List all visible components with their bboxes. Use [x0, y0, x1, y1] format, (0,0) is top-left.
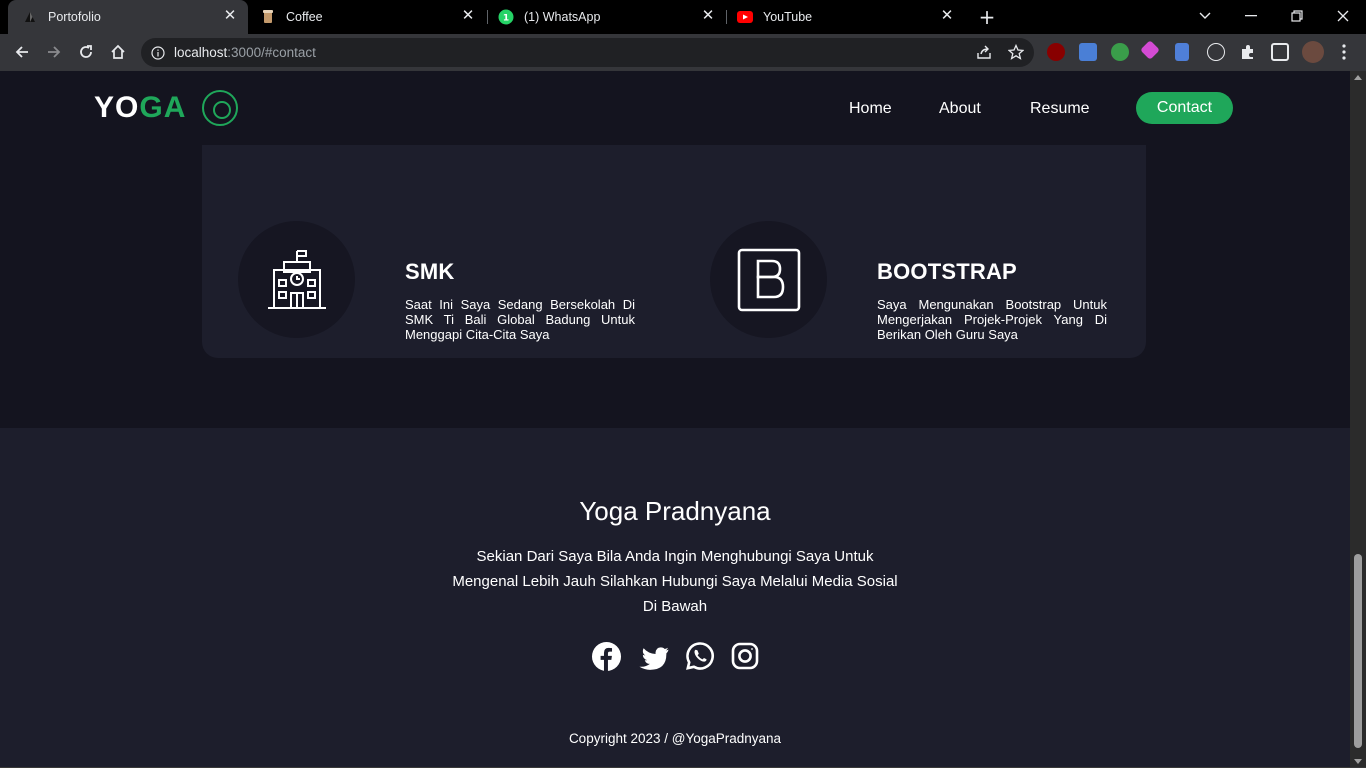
close-tab-icon[interactable]: ✕ — [939, 8, 955, 24]
triangle-logo-icon — [22, 9, 38, 25]
home-button[interactable] — [106, 40, 130, 64]
new-tab-button[interactable]: + — [976, 6, 998, 28]
profile-avatar[interactable] — [1302, 41, 1324, 63]
share-icon[interactable] — [976, 44, 992, 64]
bootstrap-icon — [710, 221, 827, 338]
tab-whatsapp[interactable]: 1 (1) WhatsApp ✕ — [488, 0, 726, 34]
site-info-icon[interactable] — [151, 45, 165, 64]
site-logo[interactable]: YOGA — [94, 91, 186, 125]
tab-coffee[interactable]: Coffee ✕ — [250, 0, 486, 34]
close-window-button[interactable] — [1328, 4, 1358, 28]
side-panel-icon[interactable] — [1271, 43, 1289, 61]
feature-desc: Saya Mengunakan Bootstrap Untuk Mengerja… — [877, 297, 1107, 342]
scroll-down-arrow-icon[interactable] — [1354, 759, 1362, 764]
tab-youtube[interactable]: YouTube ✕ — [727, 0, 965, 34]
svg-text:1: 1 — [503, 14, 509, 24]
youtube-icon — [737, 9, 753, 25]
close-tab-icon[interactable]: ✕ — [222, 8, 238, 24]
scrollbar-thumb[interactable] — [1354, 554, 1362, 748]
social-links — [590, 640, 770, 674]
nav-home[interactable]: Home — [849, 100, 892, 118]
browser-toolbar: localhost:3000/#contact — [0, 34, 1366, 71]
page-viewport: SMK Saat Ini Saya Sedang Bersekolah Di S… — [0, 71, 1350, 768]
scroll-up-arrow-icon[interactable] — [1354, 75, 1362, 80]
page-scrollbar[interactable] — [1350, 71, 1366, 768]
wappalyzer-extension-icon[interactable] — [1207, 43, 1225, 61]
nav-contact-button[interactable]: Contact — [1136, 92, 1233, 124]
tab-portofolio[interactable]: Portofolio ✕ — [8, 0, 248, 34]
minimize-button[interactable] — [1236, 4, 1266, 28]
school-building-icon — [238, 221, 355, 338]
tab-title: Coffee — [286, 10, 323, 24]
whatsapp-icon: 1 — [498, 9, 514, 25]
extensions-puzzle-icon[interactable] — [1239, 43, 1257, 61]
footer-name: Yoga Pradnyana — [579, 496, 771, 526]
tab-title: Portofolio — [48, 10, 101, 24]
browser-tab-bar: Portofolio ✕ Coffee ✕ 1 (1) WhatsApp ✕ Y… — [0, 0, 1366, 34]
feature-title: SMK — [405, 259, 455, 284]
logo-ring-icon — [202, 90, 238, 126]
forward-button[interactable] — [42, 40, 66, 64]
whatsapp-icon[interactable] — [684, 640, 716, 672]
instagram-icon[interactable] — [729, 640, 761, 672]
footer-text: Sekian Dari Saya Bila Anda Ingin Menghub… — [452, 548, 898, 615]
close-tab-icon[interactable]: ✕ — [700, 8, 716, 24]
reload-button[interactable] — [74, 40, 98, 64]
back-button[interactable] — [10, 40, 34, 64]
tab-search-icon[interactable] — [1190, 4, 1220, 28]
menu-kebab-icon[interactable] — [1336, 43, 1352, 61]
tab-title: (1) WhatsApp — [524, 10, 601, 24]
site-navbar: YOGA Home About Resume Contact — [0, 71, 1350, 145]
color-extension-icon[interactable] — [1111, 43, 1129, 61]
docs-extension-icon[interactable] — [1175, 43, 1189, 61]
address-bar[interactable]: localhost:3000/#contact — [141, 38, 1034, 67]
coffee-cup-icon — [260, 9, 276, 25]
feature-title: BOOTSTRAP — [877, 259, 1017, 284]
bookmark-star-icon[interactable] — [1007, 43, 1025, 64]
tab-title: YouTube — [763, 10, 813, 24]
ublock-extension-icon[interactable] — [1047, 43, 1065, 61]
close-tab-icon[interactable]: ✕ — [460, 8, 476, 24]
facebook-icon[interactable] — [590, 640, 622, 672]
contact-footer: Yoga Pradnyana Sekian Dari Saya Bila And… — [0, 428, 1350, 768]
copyright-text: Copyright 2023 / @YogaPradnyana — [568, 731, 782, 746]
restore-button[interactable] — [1282, 4, 1312, 28]
nav-resume[interactable]: Resume — [1030, 100, 1090, 118]
color-picker-extension-icon[interactable] — [1140, 40, 1160, 60]
nav-about[interactable]: About — [939, 100, 981, 118]
translate-extension-icon[interactable] — [1079, 43, 1097, 61]
url-text: localhost:3000/#contact — [174, 45, 316, 60]
feature-desc: Saat Ini Saya Sedang Bersekolah Di SMK T… — [405, 297, 635, 342]
twitter-icon[interactable] — [637, 640, 669, 672]
